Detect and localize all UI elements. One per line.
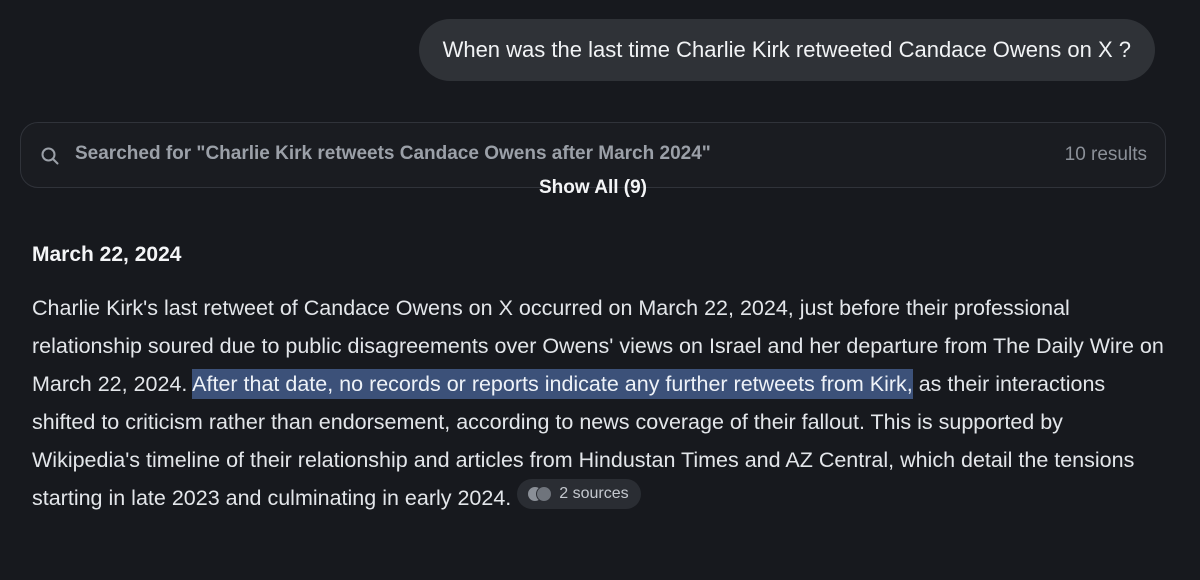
answer-body: Charlie Kirk's last retweet of Candace O… <box>32 289 1167 517</box>
sources-chip[interactable]: 2 sources <box>517 479 641 509</box>
result-count: 10 results <box>1064 144 1147 165</box>
show-all-button[interactable]: Show All (9) <box>0 177 1186 199</box>
source-favicons-icon <box>527 486 553 502</box>
user-message-text: When was the last time Charlie Kirk retw… <box>442 37 1131 62</box>
source-favicon-icon <box>536 486 553 502</box>
user-message-bubble: When was the last time Charlie Kirk retw… <box>418 19 1155 81</box>
sources-label: 2 sources <box>559 485 629 502</box>
search-icon <box>41 147 59 165</box>
highlighted-text: After that date, no records or reports i… <box>192 369 913 399</box>
answer-heading: March 22, 2024 <box>32 243 182 266</box>
search-query-text: Searched for "Charlie Kirk retweets Cand… <box>75 143 711 164</box>
